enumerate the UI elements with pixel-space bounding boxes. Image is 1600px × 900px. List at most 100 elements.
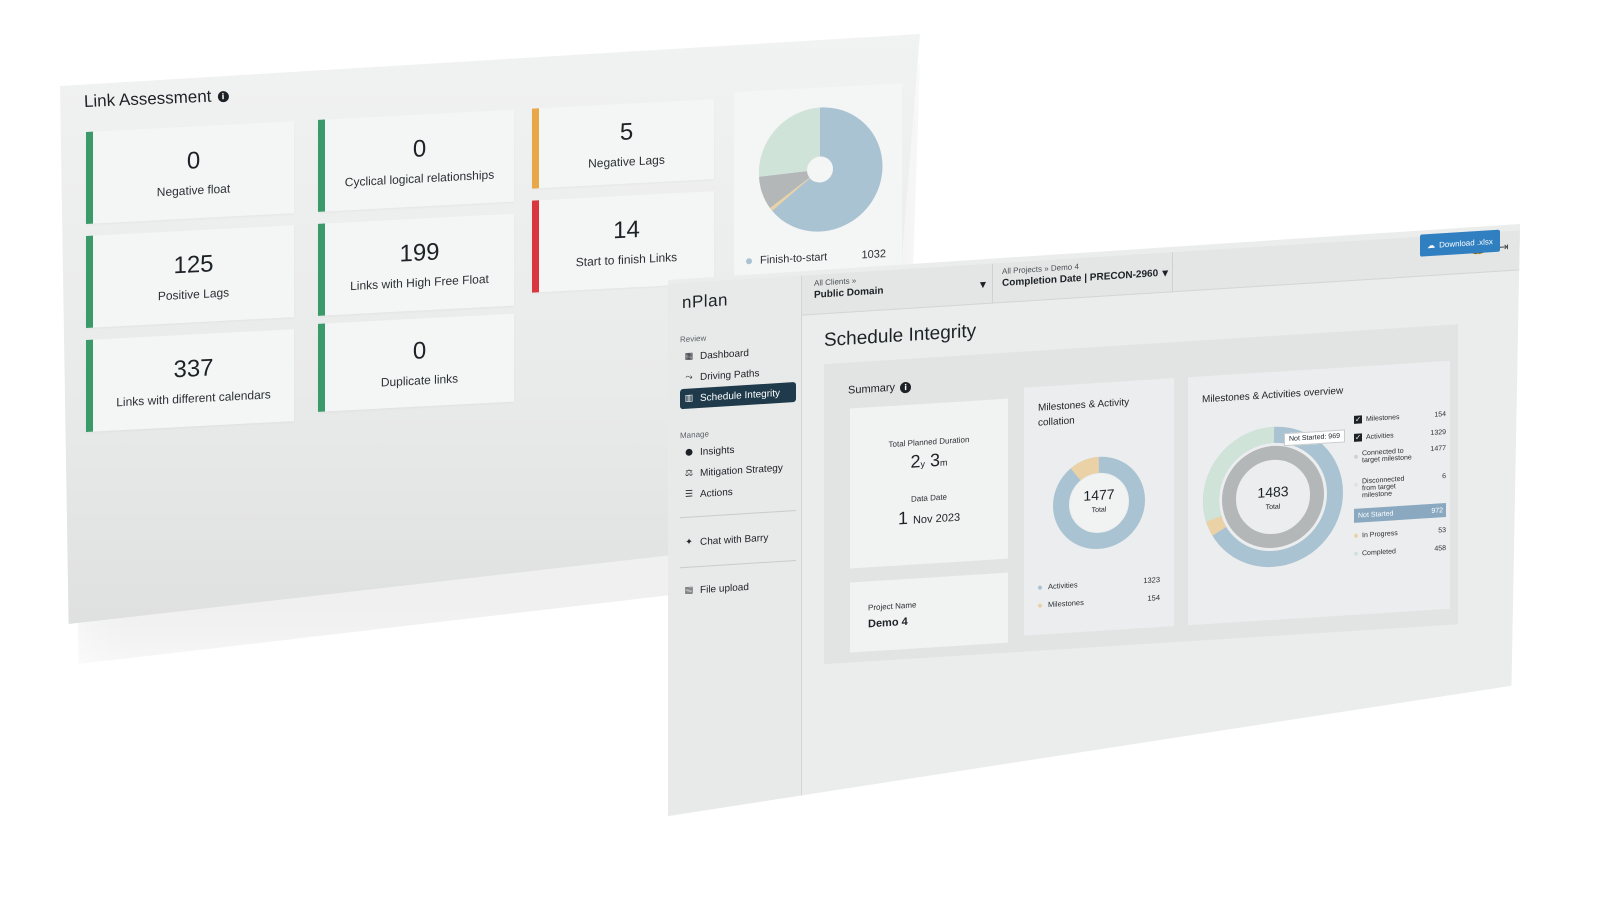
legend-activities: Activities 1323 <box>1038 575 1160 592</box>
scale-icon: ⚖ <box>684 468 694 479</box>
metric-label: Negative Lags <box>588 152 665 171</box>
link-type-pie-chart <box>758 107 883 232</box>
sparkle-icon: ✦ <box>685 537 693 548</box>
legend-milestones-toggle[interactable]: ✓ Milestones 154 <box>1354 407 1446 427</box>
client-selector[interactable]: All Clients » Public Domain ▼ <box>814 268 986 301</box>
metric-card-high-free-float: 199 Links with High Free Float <box>318 213 514 316</box>
legend-disconnected: Disconnected from target milestone 6 <box>1354 473 1446 501</box>
file-icon: ▤ <box>684 585 694 596</box>
nav-item-label: Mitigation Strategy <box>700 462 783 479</box>
cloud-download-icon: ☁ <box>1427 240 1436 250</box>
legend-value: 154 <box>1434 410 1446 419</box>
legend-label: Connected to target milestone <box>1362 447 1412 465</box>
data-date-value: 1 Nov 2023 <box>850 502 1008 533</box>
nav-item-label: Insights <box>700 444 735 458</box>
metric-label: Links with different calendars <box>116 387 271 410</box>
legend-value: 1032 <box>861 248 886 262</box>
legend-not-started[interactable]: Not Started 972 <box>1354 503 1446 523</box>
overview-card: Milestones & Activities overview Not Sta… <box>1188 360 1450 626</box>
nplan-logo[interactable]: nPlan <box>682 290 728 313</box>
metric-value: 0 <box>186 147 201 175</box>
legend-label: Not Started <box>1358 509 1394 520</box>
legend-completed: Completed 458 <box>1354 541 1446 561</box>
legend-in-progress: In Progress 53 <box>1354 523 1446 543</box>
metric-value: 14 <box>613 215 640 245</box>
checkbox-checked-icon[interactable]: ✓ <box>1354 433 1362 442</box>
summary-heading: Summary i <box>848 381 912 397</box>
info-icon[interactable]: i <box>900 381 912 393</box>
legend-dot <box>1354 551 1358 556</box>
summary-duration-card: Total Planned Duration 2y 3m Data Date 1… <box>850 398 1008 569</box>
nav-item-label: Driving Paths <box>700 367 760 383</box>
legend-label: Milestones <box>1048 597 1084 610</box>
pie-legend-row: Finish-to-start 1032 <box>746 248 886 267</box>
nav-item-label: File upload <box>700 581 749 596</box>
metric-label: Links with High Free Float <box>350 271 489 294</box>
legend-dot <box>1354 533 1358 538</box>
metric-label: Start to finish Links <box>575 250 678 270</box>
metric-card-negative-float: 0 Negative float <box>86 121 294 224</box>
nav-item-label: Schedule Integrity <box>700 387 781 404</box>
topbar-divider <box>1172 252 1173 293</box>
checkbox-checked-icon[interactable]: ✓ <box>1354 415 1362 424</box>
metric-label: Cyclical logical relationships <box>344 167 495 190</box>
metric-value: 5 <box>619 118 634 147</box>
legend-value: 1323 <box>1143 575 1160 586</box>
path-icon: ⤳ <box>685 372 693 383</box>
topbar-divider <box>992 263 993 304</box>
project-name-value: Demo 4 <box>868 615 908 631</box>
duration-years: 2 <box>910 451 921 472</box>
legend-activities-toggle[interactable]: ✓ Activities 1329 <box>1354 425 1446 445</box>
project-name-label: Project Name <box>868 600 917 613</box>
legend-dot <box>1038 602 1042 608</box>
legend-value: 6 <box>1442 473 1446 481</box>
link-assessment-grid: 0 Negative float 0 Cyclical logical rela… <box>86 78 902 452</box>
legend-label: Milestones <box>1366 413 1400 423</box>
list-icon: ☰ <box>684 489 694 500</box>
data-date-day: 1 <box>897 507 908 529</box>
bar-chart-icon: ▥ <box>684 393 694 404</box>
collation-card: Milestones & Activity collation 1477 Tot… <box>1024 378 1174 636</box>
grid-icon: ▦ <box>684 351 694 362</box>
metric-card-negative-lags: 5 Negative Lags <box>532 99 714 189</box>
legend-value: 53 <box>1438 526 1446 535</box>
legend-value: 154 <box>1147 593 1160 603</box>
legend-value: 458 <box>1434 544 1446 553</box>
client-name-text: Public Domain <box>814 285 884 301</box>
legend-dot <box>1354 482 1358 487</box>
metric-value: 0 <box>412 337 427 365</box>
overview-legend: ✓ Milestones 154 ✓ Activities 1329 Conne… <box>1354 407 1446 593</box>
legend-label: In Progress <box>1362 529 1398 539</box>
nav-section-review: Review <box>680 333 707 345</box>
legend-dot <box>1354 454 1358 459</box>
info-icon[interactable]: i <box>217 90 229 102</box>
legend-milestones: Milestones 154 <box>1038 593 1160 610</box>
metric-card-duplicate-links: 0 Duplicate links <box>318 313 514 412</box>
schedule-integrity-app-window: nPlan Review ▦ Dashboard ⤳ Driving Paths… <box>668 224 1520 816</box>
metric-card-cyclical: 0 Cyclical logical relationships <box>318 109 514 212</box>
metric-value: 125 <box>173 250 214 280</box>
metric-value: 199 <box>399 238 440 268</box>
legend-label: Activities <box>1366 431 1394 441</box>
project-selector[interactable]: All Projects » Demo 4 Completion Date | … <box>1002 257 1168 289</box>
page-title: Schedule Integrity <box>824 320 977 352</box>
chevron-down-icon: ▼ <box>1162 268 1169 278</box>
duration-value: 2y 3m <box>850 446 1008 477</box>
summary-title-text: Summary <box>848 381 896 397</box>
nav-item-label: Dashboard <box>700 347 749 362</box>
legend-label: Completed <box>1362 547 1396 557</box>
overview-title: Milestones & Activities overview <box>1202 385 1344 406</box>
legend-value: 1329 <box>1430 428 1446 437</box>
legend-label: Disconnected from target milestone <box>1362 475 1405 500</box>
duration-months: 3 <box>930 449 941 471</box>
legend-dot <box>746 258 752 265</box>
collation-title: Milestones & Activity collation <box>1038 395 1129 431</box>
chevron-down-icon: ▼ <box>979 279 986 290</box>
metric-label: Positive Lags <box>157 285 230 304</box>
legend-connected: Connected to target milestone 1477 <box>1354 445 1446 473</box>
project-name-card: Project Name Demo 4 <box>850 572 1008 653</box>
duration-months-unit: m <box>940 457 948 468</box>
legend-value: 972 <box>1431 506 1443 515</box>
schedule-integrity-content: Summary i Total Planned Duration 2y 3m D… <box>824 324 1458 665</box>
nav-item-label: Chat with Barry <box>700 532 769 548</box>
